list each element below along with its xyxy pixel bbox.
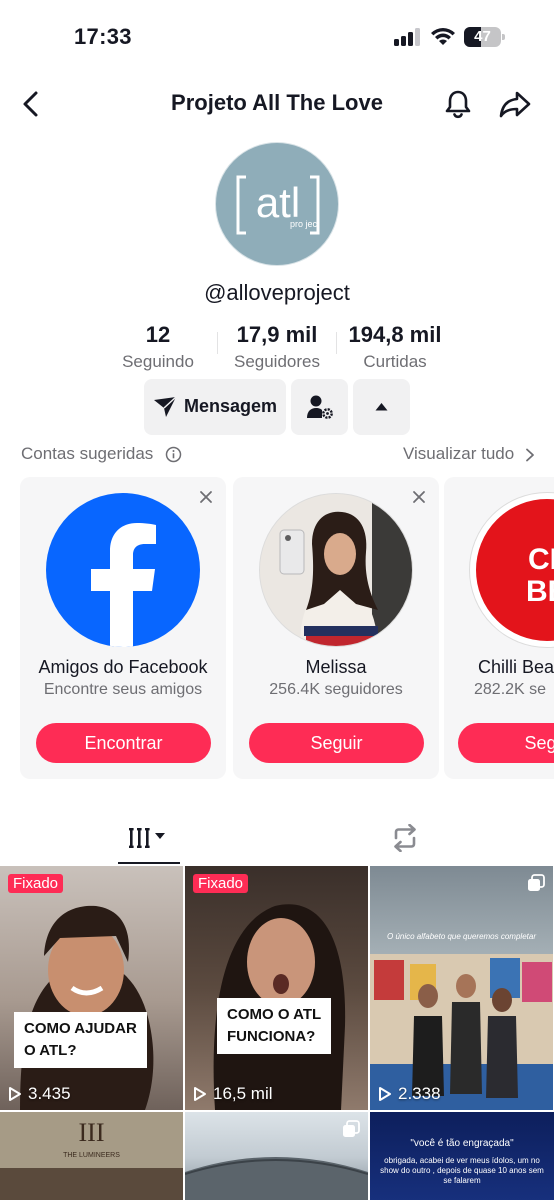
share-arrow-icon[interactable]: [498, 88, 532, 120]
atl-logo: atl pro ject: [236, 175, 320, 235]
play-icon: [194, 1087, 206, 1101]
user-settings-icon: [307, 395, 333, 419]
username: @alloveproject: [204, 280, 350, 305]
suggestion-name: Melissa: [305, 657, 367, 677]
chevron-right-icon: [526, 448, 534, 462]
album-title: III: [78, 1118, 105, 1147]
bell-icon[interactable]: [442, 88, 474, 120]
message-label: Mensagem: [184, 396, 278, 416]
chilli-beans-logo: CHI BEA: [470, 493, 554, 647]
suggestion-subtitle: 256.4K seguidores: [269, 681, 403, 698]
page-title: Projeto All The Love: [171, 90, 383, 115]
suggestion-card[interactable]: Amigos do Facebook Encontre seus amigos …: [20, 477, 226, 779]
info-icon[interactable]: [165, 446, 182, 463]
status-bar: 17:33 47: [0, 0, 554, 72]
suggested-title: Contas sugeridas: [21, 444, 154, 463]
back-button[interactable]: [16, 88, 48, 120]
suggestion-subtitle: 282.2K se: [474, 681, 547, 698]
profile-actions: Mensagem: [0, 379, 554, 435]
album-artist: THE LUMINEERS: [63, 1152, 120, 1159]
close-icon[interactable]: [198, 489, 214, 505]
profile-stats: 12 Seguindo 17,9 mil Seguidores 194,8 mi…: [0, 322, 554, 372]
video-thumbnail[interactable]: Fixado COMO AJUDAR O ATL? 3.435: [0, 866, 183, 1110]
add-friend-button[interactable]: [291, 379, 348, 435]
facebook-logo-icon: [46, 493, 200, 647]
content-tabs: [0, 812, 554, 864]
avatar: [259, 493, 413, 647]
active-tab-indicator: [118, 862, 180, 864]
pinned-badge: Fixado: [8, 874, 64, 893]
wifi-icon: [431, 28, 455, 45]
tab-videos[interactable]: [118, 812, 180, 864]
suggested-header: Contas sugeridas Visualizar tudo: [0, 444, 554, 468]
caret-up-icon: [375, 403, 388, 411]
battery-level: 47: [474, 28, 491, 45]
grid-bars-icon: [129, 828, 165, 848]
suggestion-name: Amigos do Facebook: [38, 657, 208, 677]
multiple-photos-icon: [528, 874, 545, 891]
followers-label: Seguidores: [233, 352, 320, 371]
view-all-link[interactable]: Visualizar tudo: [403, 444, 514, 464]
stat-likes[interactable]: 194,8 mil Curtidas: [342, 322, 448, 372]
view-count: 16,5 mil: [193, 1084, 273, 1104]
video-thumbnail[interactable]: [185, 1112, 368, 1200]
suggestion-card[interactable]: CHI BEA Chilli Bea 282.2K se Segu: [444, 477, 554, 779]
stat-following[interactable]: 12 Seguindo: [112, 322, 204, 372]
stat-followers[interactable]: 17,9 mil Seguidores: [228, 322, 326, 372]
video-thumbnail[interactable]: Fixado COMO O ATL FUNCIONA? 16,5 mil: [185, 866, 368, 1110]
send-icon: [154, 396, 177, 417]
message-button[interactable]: Mensagem: [144, 379, 286, 435]
video-overlay-text: O único alfabeto que queremos completar: [387, 932, 536, 941]
pinned-badge: Fixado: [193, 874, 249, 893]
cellular-signal-icon: [394, 28, 422, 46]
likes-label: Curtidas: [363, 352, 427, 371]
view-count: 3.435: [8, 1084, 71, 1104]
album-art: [0, 1168, 183, 1200]
following-label: Seguindo: [122, 352, 194, 371]
svg-text:pro ject: pro ject: [290, 219, 320, 229]
repost-icon[interactable]: [390, 824, 420, 852]
status-time: 17:33: [74, 24, 132, 49]
followers-count: 17,9 mil: [236, 322, 318, 347]
multiple-photos-icon: [343, 1120, 360, 1137]
battery-icon: 47: [464, 27, 506, 47]
play-icon: [379, 1087, 391, 1101]
suggestion-card[interactable]: Melissa 256.4K seguidores Seguir: [233, 477, 439, 779]
video-caption: COMO O ATL FUNCIONA?: [217, 998, 332, 1054]
video-overlay-text: obrigada, acabei de ver meus ídolos, um …: [380, 1156, 544, 1185]
video-grid: Fixado COMO AJUDAR O ATL? 3.435 Fixado C…: [0, 866, 554, 1200]
follow-button[interactable]: Seguir: [249, 723, 424, 763]
svg-text:CHI: CHI: [528, 543, 554, 576]
likes-count: 194,8 mil: [348, 322, 442, 347]
find-button[interactable]: Encontrar: [36, 723, 211, 763]
suggestion-name: Chilli Bea: [478, 657, 554, 677]
video-caption: COMO AJUDAR O ATL?: [14, 1012, 147, 1068]
profile-header: Projeto All The Love: [0, 78, 554, 130]
close-icon[interactable]: [411, 489, 427, 505]
profile-avatar[interactable]: atl pro ject: [215, 142, 339, 266]
video-thumbnail[interactable]: O único alfabeto que queremos completar …: [370, 866, 553, 1110]
suggested-toggle-button[interactable]: [353, 379, 410, 435]
play-icon: [9, 1087, 21, 1101]
stat-divider: [217, 332, 218, 354]
svg-text:BEA: BEA: [526, 575, 554, 608]
follow-button[interactable]: Segu: [458, 723, 554, 763]
video-thumbnail[interactable]: "você é tão engraçada" obrigada, acabei …: [370, 1112, 554, 1200]
view-count: 2.338: [378, 1084, 441, 1104]
suggestion-subtitle: Encontre seus amigos: [43, 681, 203, 698]
video-quote: "você é tão engraçada": [410, 1138, 514, 1149]
video-thumbnail[interactable]: III THE LUMINEERS: [0, 1112, 183, 1200]
following-count: 12: [145, 322, 171, 347]
stat-divider: [336, 332, 337, 354]
